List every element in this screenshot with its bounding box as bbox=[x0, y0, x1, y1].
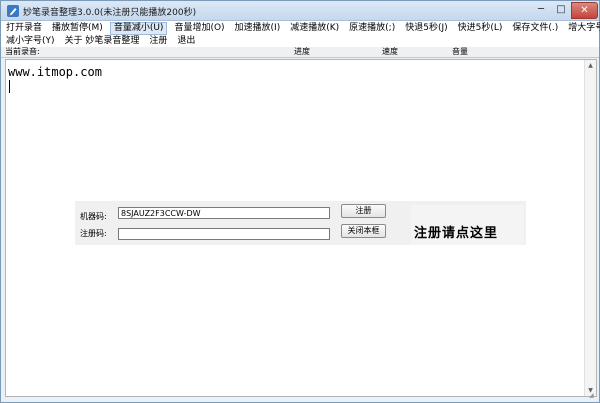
editor-text: www.itmop.com bbox=[8, 65, 102, 79]
menu-item-slow-down[interactable]: 减速播放(K) bbox=[287, 22, 342, 35]
volume-label: 音量 bbox=[452, 47, 468, 56]
menu-item-save-file[interactable]: 保存文件(.) bbox=[509, 22, 561, 35]
machine-code-label: 机器码: bbox=[80, 212, 107, 221]
window-title: 妙笔录音整理3.0.0(未注册只能播放200秒) bbox=[23, 8, 197, 18]
menu-row-1: 打开录音 播放暂停(M) 音量减小(U) 音量增加(O) 加速播放(I) 减速播… bbox=[3, 22, 600, 35]
machine-code-field[interactable] bbox=[118, 207, 330, 219]
register-link-box[interactable]: 注册请点这里 bbox=[411, 205, 524, 245]
register-button[interactable]: 注册 bbox=[341, 204, 386, 218]
maximize-button[interactable]: □ bbox=[551, 2, 571, 19]
close-panel-button[interactable]: 关闭本框 bbox=[341, 224, 386, 238]
registration-panel: 机器码: 注册 注册码: 关闭本框 注册请点这里 bbox=[75, 201, 526, 245]
menu-item-increase-font[interactable]: 增大字号(T) bbox=[565, 22, 600, 35]
menu-item-forward-5s[interactable]: 快进5秒(L) bbox=[455, 22, 506, 35]
pen-app-icon bbox=[7, 5, 19, 17]
reg-code-label: 注册码: bbox=[80, 229, 107, 238]
progress-label: 进度 bbox=[294, 47, 310, 56]
menu-item-rewind-5s[interactable]: 快退5秒(J) bbox=[402, 22, 450, 35]
speed-label: 速度 bbox=[382, 47, 398, 56]
resize-grip-icon[interactable]: ◢ bbox=[589, 392, 597, 400]
menu-item-open-recording[interactable]: 打开录音 bbox=[3, 22, 45, 35]
status-header: 当前录音: 进度 速度 音量 bbox=[1, 47, 599, 58]
vertical-scrollbar[interactable]: ▲ ▼ bbox=[584, 60, 596, 396]
close-button[interactable]: ✕ bbox=[571, 2, 598, 19]
current-recording-label: 当前录音: bbox=[5, 47, 40, 56]
text-caret bbox=[9, 80, 10, 93]
menu-item-play-pause[interactable]: 播放暂停(M) bbox=[49, 22, 106, 35]
title-bar[interactable]: 妙笔录音整理3.0.0(未注册只能播放200秒) ─ □ ✕ bbox=[1, 1, 599, 21]
menu-item-volume-down[interactable]: 音量减小(U) bbox=[109, 22, 168, 35]
menu-item-volume-up[interactable]: 音量增加(O) bbox=[171, 22, 227, 35]
scroll-up-arrow-icon[interactable]: ▲ bbox=[585, 60, 596, 71]
app-window: 妙笔录音整理3.0.0(未注册只能播放200秒) ─ □ ✕ 打开录音 播放暂停… bbox=[0, 0, 600, 403]
register-link[interactable]: 注册请点这里 bbox=[414, 222, 498, 241]
menu-item-normal-speed[interactable]: 原速播放(;) bbox=[346, 22, 398, 35]
reg-code-field[interactable] bbox=[118, 228, 330, 240]
menu-bar: 打开录音 播放暂停(M) 音量减小(U) 音量增加(O) 加速播放(I) 减速播… bbox=[1, 21, 600, 47]
menu-item-speed-up[interactable]: 加速播放(I) bbox=[232, 22, 284, 35]
minimize-button[interactable]: ─ bbox=[531, 2, 551, 19]
